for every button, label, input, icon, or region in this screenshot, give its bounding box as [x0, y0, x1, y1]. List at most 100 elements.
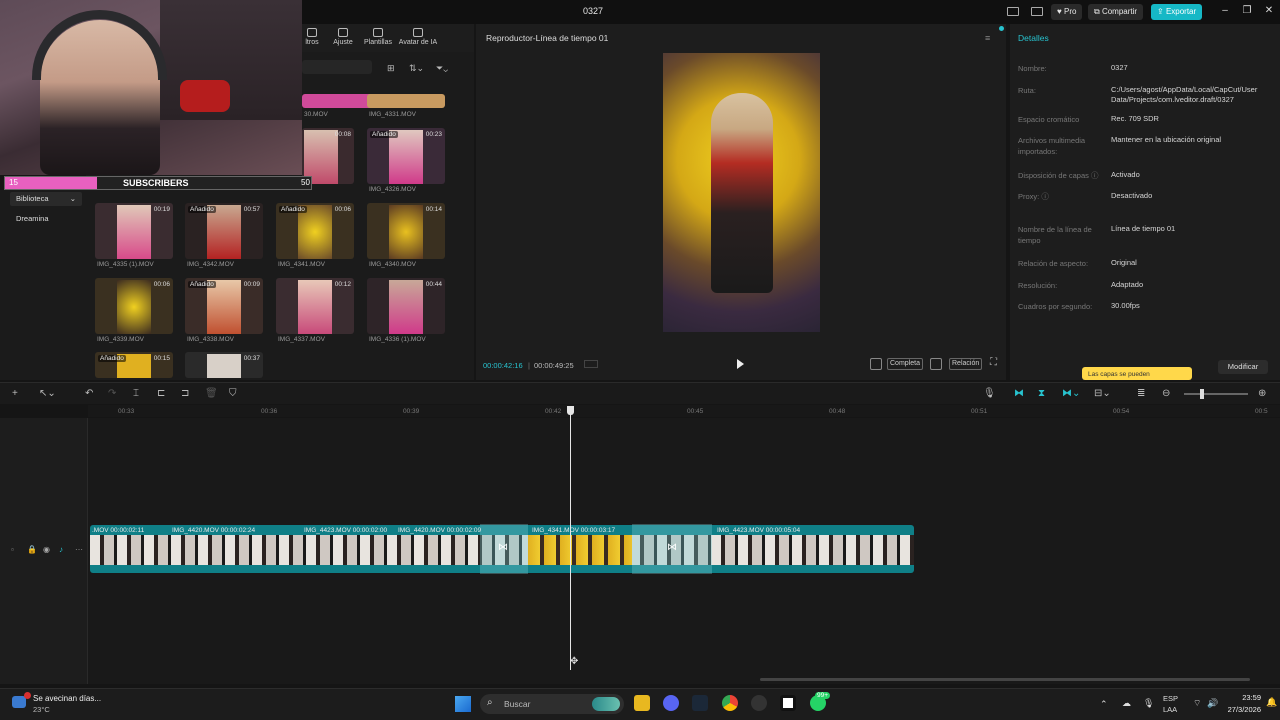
- share-button[interactable]: ⧉ Compartir: [1088, 4, 1144, 20]
- close-icon[interactable]: ✕: [1262, 5, 1276, 16]
- clip-name: IMG_4331.MOV: [369, 111, 416, 118]
- split-right-icon[interactable]: ⊐: [181, 388, 189, 399]
- media-clip[interactable]: 00:14 IMG_4340.MOV: [367, 203, 445, 268]
- media-clip[interactable]: Añadido 00:23 IMG_4326.MOV: [367, 128, 445, 193]
- detail-value: Adaptado: [1111, 280, 1144, 289]
- file-explorer-icon[interactable]: [634, 695, 650, 711]
- audio-icon[interactable]: ♪: [59, 545, 63, 554]
- media-clip[interactable]: 00:19 IMG_4335 (1).MOV: [95, 203, 173, 268]
- ratio-icon[interactable]: [870, 358, 882, 370]
- clock-date[interactable]: 27/3/2026: [1221, 705, 1261, 714]
- pro-label: Pro: [1063, 7, 1077, 16]
- horizontal-scrollbar[interactable]: [760, 678, 1250, 681]
- track-cover-icon[interactable]: ▫: [11, 545, 14, 554]
- play-icon[interactable]: [737, 359, 744, 369]
- filter-icon[interactable]: ⏷⌄: [436, 63, 448, 74]
- clip-label: IMG_4420.MOV 00:00:02:24: [172, 527, 256, 534]
- timeline-mini-icon[interactable]: [584, 360, 598, 368]
- maximize-icon[interactable]: ❐: [1240, 5, 1254, 16]
- redo-icon[interactable]: ↷: [108, 388, 116, 399]
- ruler-tick: 00:42: [545, 408, 562, 415]
- minimize-icon[interactable]: –: [1218, 5, 1232, 16]
- zoom-out-icon[interactable]: ⊖: [1162, 388, 1170, 399]
- add-icon[interactable]: +: [12, 388, 18, 399]
- video-preview[interactable]: [663, 53, 820, 332]
- aspect-ratio-button[interactable]: Relación: [949, 358, 983, 370]
- playhead[interactable]: [567, 406, 574, 670]
- export-button[interactable]: ⇪ Exportar: [1151, 4, 1203, 20]
- clip-duration: 00:57: [243, 206, 260, 213]
- split-icon[interactable]: ⌶: [133, 388, 139, 399]
- modify-button[interactable]: Modificar: [1218, 360, 1268, 374]
- zoom-in-icon[interactable]: ⊕: [1258, 388, 1266, 399]
- tab-filters-label: ltros: [305, 39, 319, 46]
- transition-icon[interactable]: ⋈: [498, 542, 508, 553]
- grid-view-icon[interactable]: ⊞: [387, 63, 395, 74]
- media-clip[interactable]: Añadido 00:06 IMG_4341.MOV: [276, 203, 354, 268]
- discord-icon[interactable]: [663, 695, 679, 711]
- tab-ai-avatar[interactable]: Avatar de IA: [396, 28, 440, 46]
- zoom-slider-handle[interactable]: [1200, 389, 1204, 399]
- clock-time[interactable]: 23:59: [1221, 693, 1261, 702]
- network-icon[interactable]: ☁: [1122, 698, 1131, 709]
- media-clip[interactable]: 00:44 IMG_4336 (1).MOV: [367, 278, 445, 343]
- obs-icon[interactable]: [751, 695, 767, 711]
- zoom-slider[interactable]: [1184, 389, 1248, 399]
- lock-icon[interactable]: 🔒: [27, 545, 37, 554]
- snapshot-icon[interactable]: [930, 358, 942, 370]
- sort-icon[interactable]: ⇅⌄: [409, 63, 424, 74]
- added-badge: Añadido: [98, 355, 126, 362]
- eye-icon[interactable]: ◉: [43, 545, 50, 554]
- tab-templates[interactable]: Plantillas: [360, 28, 396, 46]
- shield-icon[interactable]: ⛉: [229, 388, 237, 399]
- fullscreen-icon[interactable]: ⛶: [990, 357, 997, 368]
- caption-icon[interactable]: ≣: [1137, 388, 1145, 399]
- keyboard-icon[interactable]: [1031, 7, 1043, 16]
- weather-temp: 23°C: [33, 705, 50, 714]
- ruler-tick: 00:51: [971, 408, 988, 415]
- snap-icon[interactable]: ⧓⌄: [1062, 388, 1080, 399]
- ai-avatar-icon: [413, 28, 423, 37]
- notification-icon[interactable]: 🔔: [1266, 697, 1277, 708]
- chrome-icon[interactable]: [722, 695, 738, 711]
- language-secondary[interactable]: LAA: [1163, 705, 1177, 714]
- media-clip[interactable]: Añadido 00:09 IMG_4338.MOV: [185, 278, 263, 343]
- media-clip[interactable]: 00:12 IMG_4337.MOV: [276, 278, 354, 343]
- delete-icon[interactable]: 🗑: [205, 388, 218, 399]
- media-clip[interactable]: 00:06 IMG_4339.MOV: [95, 278, 173, 343]
- media-clip[interactable]: Añadido 00:57 IMG_4342.MOV: [185, 203, 263, 268]
- chevron-up-icon[interactable]: ⌃: [1100, 699, 1108, 710]
- detail-key: Archivos multimedia importados:: [1018, 136, 1086, 156]
- wifi-icon[interactable]: ⌔: [1193, 698, 1201, 709]
- taskbar-search[interactable]: ⌕ Buscar: [480, 694, 624, 714]
- menu-icon[interactable]: ≡: [985, 33, 990, 43]
- link-icon[interactable]: ⧓: [1014, 388, 1024, 399]
- full-quality-button[interactable]: Completa: [887, 358, 923, 370]
- tab-adjust[interactable]: Ajuste: [330, 28, 356, 46]
- split-left-icon[interactable]: ⊏: [157, 388, 165, 399]
- magnet-icon[interactable]: ⧗: [1038, 388, 1045, 399]
- media-clip[interactable]: Añadido 00:15: [95, 352, 173, 378]
- steam-icon[interactable]: [692, 695, 708, 711]
- capcut-icon[interactable]: [780, 695, 796, 711]
- undo-icon[interactable]: ↶: [85, 388, 93, 399]
- media-clip[interactable]: 00:37: [185, 352, 263, 378]
- tab-filters[interactable]: ltros: [302, 28, 322, 46]
- more-icon[interactable]: ⋯: [75, 545, 83, 554]
- added-badge: Añadido: [188, 281, 216, 288]
- search-input[interactable]: [302, 60, 372, 74]
- layout-icon[interactable]: [1007, 7, 1019, 16]
- pro-button[interactable]: ♥ Pro: [1051, 4, 1083, 20]
- select-tool-icon[interactable]: ↖⌄: [39, 388, 56, 399]
- playhead-handle[interactable]: [567, 406, 574, 415]
- language-primary[interactable]: ESP: [1163, 694, 1178, 703]
- microphone-icon[interactable]: 🎙: [983, 388, 996, 399]
- sidebar-item-library[interactable]: Biblioteca ⌄: [10, 192, 82, 206]
- windows-start-icon[interactable]: [455, 696, 471, 712]
- volume-icon[interactable]: 🔊: [1207, 698, 1218, 709]
- transition-icon[interactable]: ⋈: [667, 542, 677, 553]
- preview-axis-icon[interactable]: ⊟⌄: [1094, 388, 1111, 399]
- clip-frames-yellow: [528, 535, 632, 565]
- mic-tray-icon[interactable]: 🎙: [1143, 698, 1154, 709]
- sidebar-item-dreamina[interactable]: Dreamina: [10, 212, 82, 226]
